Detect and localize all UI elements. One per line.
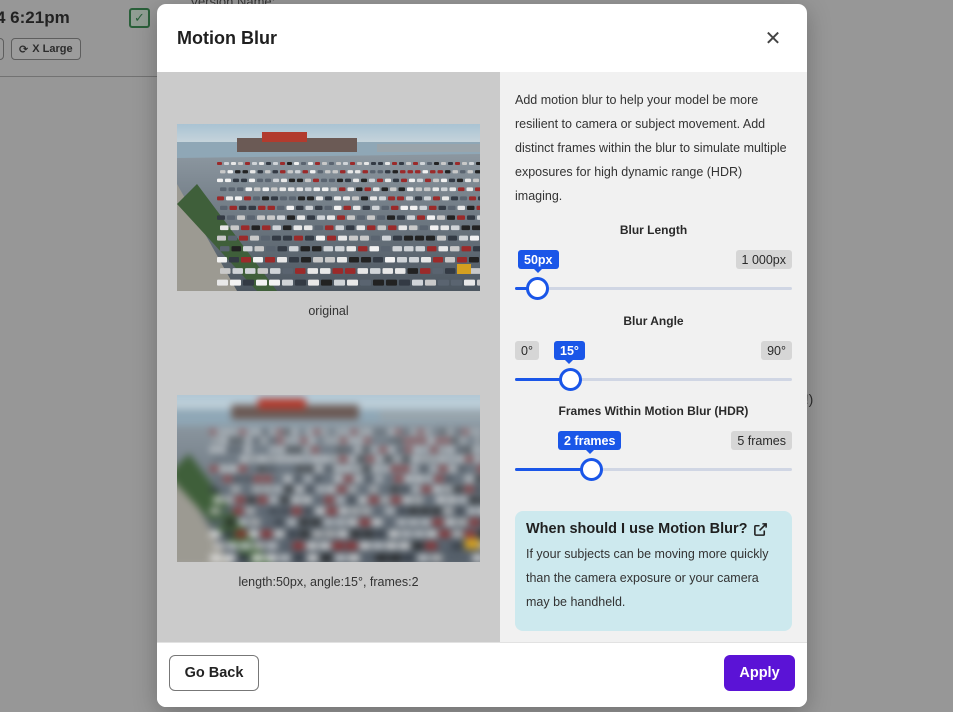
frames-thumb[interactable]: [580, 458, 603, 481]
frames-value: 2 frames: [558, 431, 622, 454]
blur-length-title: Blur Length: [619, 223, 688, 237]
blur-angle-title: Blur Angle: [623, 314, 684, 328]
blur-length-track[interactable]: [515, 277, 792, 300]
description-text: Add motion blur to help your model be mo…: [515, 93, 787, 203]
info-title: When should I use Motion Blur?: [526, 521, 748, 537]
close-button[interactable]: ✕: [759, 24, 787, 52]
modal-title: Motion Blur: [177, 27, 277, 48]
close-icon: ✕: [764, 27, 782, 50]
frames-section: Frames Within Motion Blur (HDR) 2 frames…: [515, 404, 792, 481]
info-box: When should I use Motion Blur? If your s…: [515, 511, 792, 631]
augmented-caption: length:50px, angle:15°, frames:2: [238, 575, 419, 589]
apply-button[interactable]: Apply: [724, 655, 795, 691]
info-title-link[interactable]: When should I use Motion Blur?: [526, 521, 781, 537]
external-link-icon: [753, 522, 767, 536]
modal-body: original length:50px, angle:15°, frames:…: [157, 72, 807, 646]
original-caption: original: [308, 304, 349, 318]
motion-blur-modal: Motion Blur ✕ original length:50px, angl…: [157, 4, 807, 707]
blur-length-max: 1 000px: [735, 250, 792, 269]
blur-length-value: 50px: [518, 250, 559, 273]
original-image: [177, 124, 480, 291]
frames-max: 5 frames: [731, 431, 792, 450]
blur-angle-max: 90°: [761, 341, 792, 360]
augmented-image: [177, 395, 480, 562]
modal-header: Motion Blur ✕: [157, 4, 807, 72]
modal-footer: Go Back Apply: [157, 642, 807, 707]
blur-angle-min: 0°: [515, 341, 539, 360]
frames-track[interactable]: [515, 458, 792, 481]
blur-angle-section: Blur Angle 0° 15° 90°: [515, 314, 792, 391]
preview-panel: original length:50px, angle:15°, frames:…: [157, 72, 500, 646]
settings-panel: Add motion blur to help your model be mo…: [500, 72, 807, 646]
info-text: If your subjects can be moving more quic…: [526, 547, 769, 609]
blur-angle-value: 15°: [554, 341, 585, 364]
frames-title: Frames Within Motion Blur (HDR): [558, 404, 749, 418]
blur-angle-track[interactable]: [515, 368, 792, 391]
blur-angle-thumb[interactable]: [559, 368, 582, 391]
go-back-button[interactable]: Go Back: [169, 655, 259, 691]
blur-length-section: Blur Length 50px 1 000px: [515, 223, 792, 300]
blur-length-thumb[interactable]: [526, 277, 549, 300]
